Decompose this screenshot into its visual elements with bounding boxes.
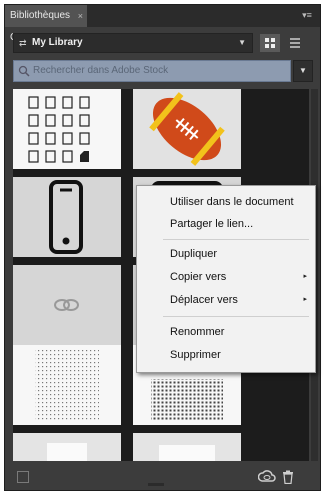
panel-menu-icon[interactable]: ▾≡ xyxy=(300,9,314,21)
stock-search-field[interactable]: Rechercher dans Adobe Stock xyxy=(13,60,291,82)
menu-item-move-to[interactable]: Déplacer vers ▸ xyxy=(137,290,315,310)
menu-item-label: Dupliquer xyxy=(170,248,218,260)
search-dropdown-button[interactable]: ▼ xyxy=(293,60,313,82)
submenu-arrow-icon: ▸ xyxy=(303,273,307,280)
asset-tile-link[interactable] xyxy=(13,265,121,345)
library-name: My Library xyxy=(32,37,83,48)
library-selector[interactable]: ⇄ My Library ▼ xyxy=(13,33,253,53)
asset-tile-partial-left[interactable] xyxy=(13,433,121,461)
menu-item-duplicate[interactable]: Dupliquer xyxy=(137,244,315,264)
icon-set-thumbnail xyxy=(28,96,90,163)
grid-view-icon xyxy=(265,38,275,48)
football-icon xyxy=(149,92,225,166)
trash-icon[interactable] xyxy=(282,470,294,484)
thumbnail-preview xyxy=(47,443,87,461)
checkbox-icon[interactable] xyxy=(17,471,29,483)
thumbnail-preview xyxy=(159,445,215,461)
close-icon[interactable]: × xyxy=(78,5,83,27)
creative-cloud-icon[interactable] xyxy=(258,470,276,484)
menu-item-label: Utiliser dans le document xyxy=(170,196,294,208)
menu-item-label: Supprimer xyxy=(170,349,221,361)
asset-tile-football[interactable] xyxy=(133,89,241,169)
menu-item-rename[interactable]: Renommer xyxy=(137,322,315,342)
smartphone-icon xyxy=(49,180,83,254)
panel-tabbar: Bibliothèques CC × ▾≡ xyxy=(5,5,320,43)
list-view-button[interactable] xyxy=(285,34,305,52)
grid-view-button[interactable] xyxy=(260,34,280,52)
search-icon xyxy=(18,65,30,77)
dot-pattern-thumbnail xyxy=(35,349,99,421)
search-placeholder: Rechercher dans Adobe Stock xyxy=(33,65,169,76)
menu-separator xyxy=(163,316,309,317)
submenu-arrow-icon: ▸ xyxy=(303,296,307,303)
menu-item-label: Déplacer vers xyxy=(170,294,238,306)
asset-tile-pattern-dots[interactable] xyxy=(13,345,121,425)
menu-item-label: Copier vers xyxy=(170,271,227,283)
menu-item-delete[interactable]: Supprimer xyxy=(137,345,315,365)
tab-libraries[interactable]: Bibliothèques CC × xyxy=(5,5,87,43)
asset-tile-partial-right[interactable] xyxy=(133,433,241,461)
asset-tile-icon-set[interactable] xyxy=(13,89,121,169)
asset-tile-phone[interactable] xyxy=(13,177,121,257)
menu-item-label: Partager le lien... xyxy=(170,218,254,230)
menu-item-use-in-document[interactable]: Utiliser dans le document xyxy=(137,192,315,212)
library-icon: ⇄ xyxy=(19,38,27,48)
menu-item-copy-to[interactable]: Copier vers ▸ xyxy=(137,267,315,287)
menu-separator xyxy=(163,239,309,240)
menu-item-share-link[interactable]: Partager le lien... xyxy=(137,214,315,234)
panel-footer xyxy=(5,466,320,490)
list-view-icon xyxy=(290,38,300,48)
link-icon xyxy=(54,299,79,311)
resize-grip[interactable] xyxy=(148,483,164,486)
context-menu: Utiliser dans le document Partager le li… xyxy=(136,185,316,373)
menu-item-label: Renommer xyxy=(170,326,225,338)
chevron-down-icon: ▼ xyxy=(238,38,246,47)
